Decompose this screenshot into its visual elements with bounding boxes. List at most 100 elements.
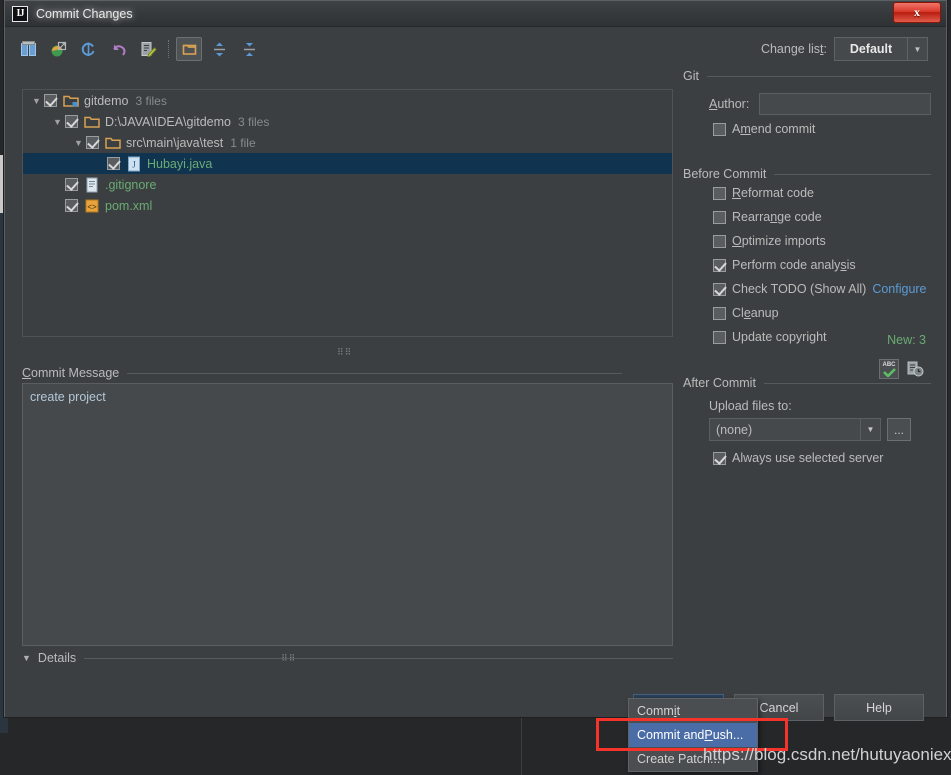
before-commit-option-row[interactable]: Optimize imports (683, 229, 931, 253)
commit-message-rule (127, 372, 622, 374)
revert-icon[interactable] (105, 37, 131, 61)
before-commit-option-checkbox[interactable] (713, 282, 726, 296)
collapse-all-icon[interactable] (236, 37, 262, 61)
commit-message-input[interactable] (22, 383, 673, 646)
changelist-control: Change list: Default ▼ (761, 37, 928, 61)
author-label-rest: uthor: (717, 97, 750, 111)
before-commit-option-row[interactable]: Update copyright (683, 325, 931, 349)
expand-all-icon[interactable] (206, 37, 232, 61)
after-commit-title: After Commit (683, 376, 756, 390)
before-commit-rule (774, 173, 931, 175)
configure-todo-link[interactable]: Configure (872, 282, 926, 296)
details-label: Details (37, 651, 77, 665)
tree-splitter-handle[interactable]: ⠿⠿ (337, 347, 352, 358)
tree-expand-toggle[interactable]: ▼ (71, 138, 86, 148)
before-commit-option-row[interactable]: Cleanup (683, 301, 931, 325)
chevron-down-icon[interactable]: ▼ (22, 653, 31, 663)
before-commit-option-checkbox[interactable] (713, 210, 726, 224)
after-commit-rule (763, 382, 931, 384)
commit-menu-item[interactable]: Comm i t (629, 699, 757, 723)
tree-expand-toggle[interactable]: ▼ (50, 117, 65, 127)
tree-row-checkbox[interactable] (65, 115, 78, 128)
commit-message-header: Commit Message (22, 366, 622, 380)
amend-commit-row[interactable]: Amend commit (683, 117, 931, 141)
changes-toolbar (15, 35, 655, 63)
tree-row[interactable]: ▼ <> pom.xml (23, 195, 672, 216)
dialog-titlebar: IJ Commit Changes x (5, 1, 946, 27)
after-commit-header: After Commit (683, 376, 931, 390)
tree-row-checkbox[interactable] (65, 178, 78, 191)
upload-server-browse-button[interactable]: ... (887, 418, 911, 441)
refresh-icon[interactable] (75, 37, 101, 61)
before-commit-option-row[interactable]: Rearrange code (683, 205, 931, 229)
author-row: Author: (683, 91, 931, 117)
tree-indent-spacer: ▼ (50, 180, 65, 190)
changed-files-tree[interactable]: ▼ gitdemo 3 files ▼ D:\JAVA\IDEA\gitdemo 3 fi… (22, 89, 673, 337)
before-commit-option-checkbox[interactable] (713, 330, 726, 344)
changelist-combo[interactable]: Default ▼ (834, 37, 928, 61)
help-button[interactable]: Help (834, 694, 924, 721)
before-commit-option-row[interactable]: Perform code analysis (683, 253, 931, 277)
tree-row-checkbox[interactable] (107, 157, 120, 170)
show-diff-icon[interactable] (15, 37, 41, 61)
upload-server-row: (none) ▼ ... (709, 418, 931, 441)
tree-row[interactable]: ▼ gitdemo 3 files (23, 90, 672, 111)
tree-row-file-count: 1 file (230, 135, 256, 150)
details-rule: ⠿⠿ (84, 653, 673, 663)
tree-row-checkbox[interactable] (86, 136, 99, 149)
before-commit-option-checkbox[interactable] (713, 186, 726, 200)
before-commit-option-label: Rearrange code (732, 210, 822, 224)
commit-changes-dialog: IJ Commit Changes x Change list: Default… (4, 0, 947, 721)
close-icon[interactable]: x (893, 2, 941, 23)
tree-row-label: src\main\java\test (126, 135, 224, 150)
always-use-server-label: Always use selected server (732, 451, 884, 465)
amend-commit-checkbox[interactable] (713, 122, 726, 136)
group-by-directory-icon[interactable] (176, 37, 202, 61)
tree-row-file-count: 3 files (237, 114, 270, 129)
before-commit-option-label: Reformat code (732, 186, 814, 200)
changelist-label: Change list: (761, 42, 827, 56)
show-in-browser-icon[interactable] (45, 37, 71, 61)
tree-row-checkbox[interactable] (65, 199, 78, 212)
git-section-rule (706, 75, 931, 77)
author-input[interactable] (759, 93, 931, 115)
always-use-server-checkbox[interactable] (713, 451, 726, 465)
module-folder-icon (63, 93, 79, 109)
upload-server-combo[interactable]: (none) ▼ (709, 418, 881, 441)
tree-expand-toggle[interactable]: ▼ (29, 96, 44, 106)
chevron-down-icon[interactable]: ▼ (860, 419, 880, 440)
tree-row-label: D:\JAVA\IDEA\gitdemo (105, 114, 231, 129)
tree-row-label: .gitignore (105, 177, 157, 192)
commit-menu-item[interactable]: Commit and Push... (629, 723, 757, 747)
before-commit-option-label: Optimize imports (732, 234, 826, 248)
screenshot-root: IJ Commit Changes x Change list: Default… (0, 0, 951, 775)
always-use-server-row[interactable]: Always use selected server (683, 446, 931, 470)
before-commit-option-row[interactable]: Reformat code (683, 181, 931, 205)
details-section-header[interactable]: ▼ Details ⠿⠿ (22, 651, 673, 665)
before-commit-option-row[interactable]: Check TODO (Show All) Configure (683, 277, 931, 301)
tree-row[interactable]: ▼ src\main\java\test 1 file (23, 132, 672, 153)
before-commit-option-checkbox[interactable] (713, 234, 726, 248)
before-commit-option-checkbox[interactable] (713, 258, 726, 272)
tree-row-checkbox[interactable] (44, 94, 57, 107)
details-splitter-handle[interactable]: ⠿⠿ (281, 653, 296, 664)
chevron-down-icon[interactable]: ▼ (907, 38, 927, 60)
tree-row[interactable]: ▼ J Hubayi.java (23, 153, 672, 174)
backdrop-divider (521, 717, 522, 775)
folder-icon (105, 135, 121, 151)
before-commit-option-checkbox[interactable] (713, 306, 726, 320)
changelist-label-pre: Change lis (760, 42, 821, 56)
edit-source-icon[interactable] (135, 37, 161, 61)
folder-icon (84, 114, 100, 130)
tree-row[interactable]: ▼ D:\JAVA\IDEA\gitdemo 3 files (23, 111, 672, 132)
tree-row[interactable]: ▼ .gitignore (23, 174, 672, 195)
commit-message-title: Commit Message (22, 366, 119, 380)
tree-row-label: pom.xml (105, 198, 153, 213)
amend-label-post: end commit (750, 122, 816, 136)
changelist-label-post: : (823, 42, 827, 56)
git-section: Git Author: Amend commit (683, 69, 931, 141)
changelist-value: Default (849, 42, 893, 56)
upload-files-label: Upload files to: (709, 399, 792, 413)
upload-server-value: (none) (716, 422, 753, 437)
toolbar-separator (168, 40, 169, 58)
